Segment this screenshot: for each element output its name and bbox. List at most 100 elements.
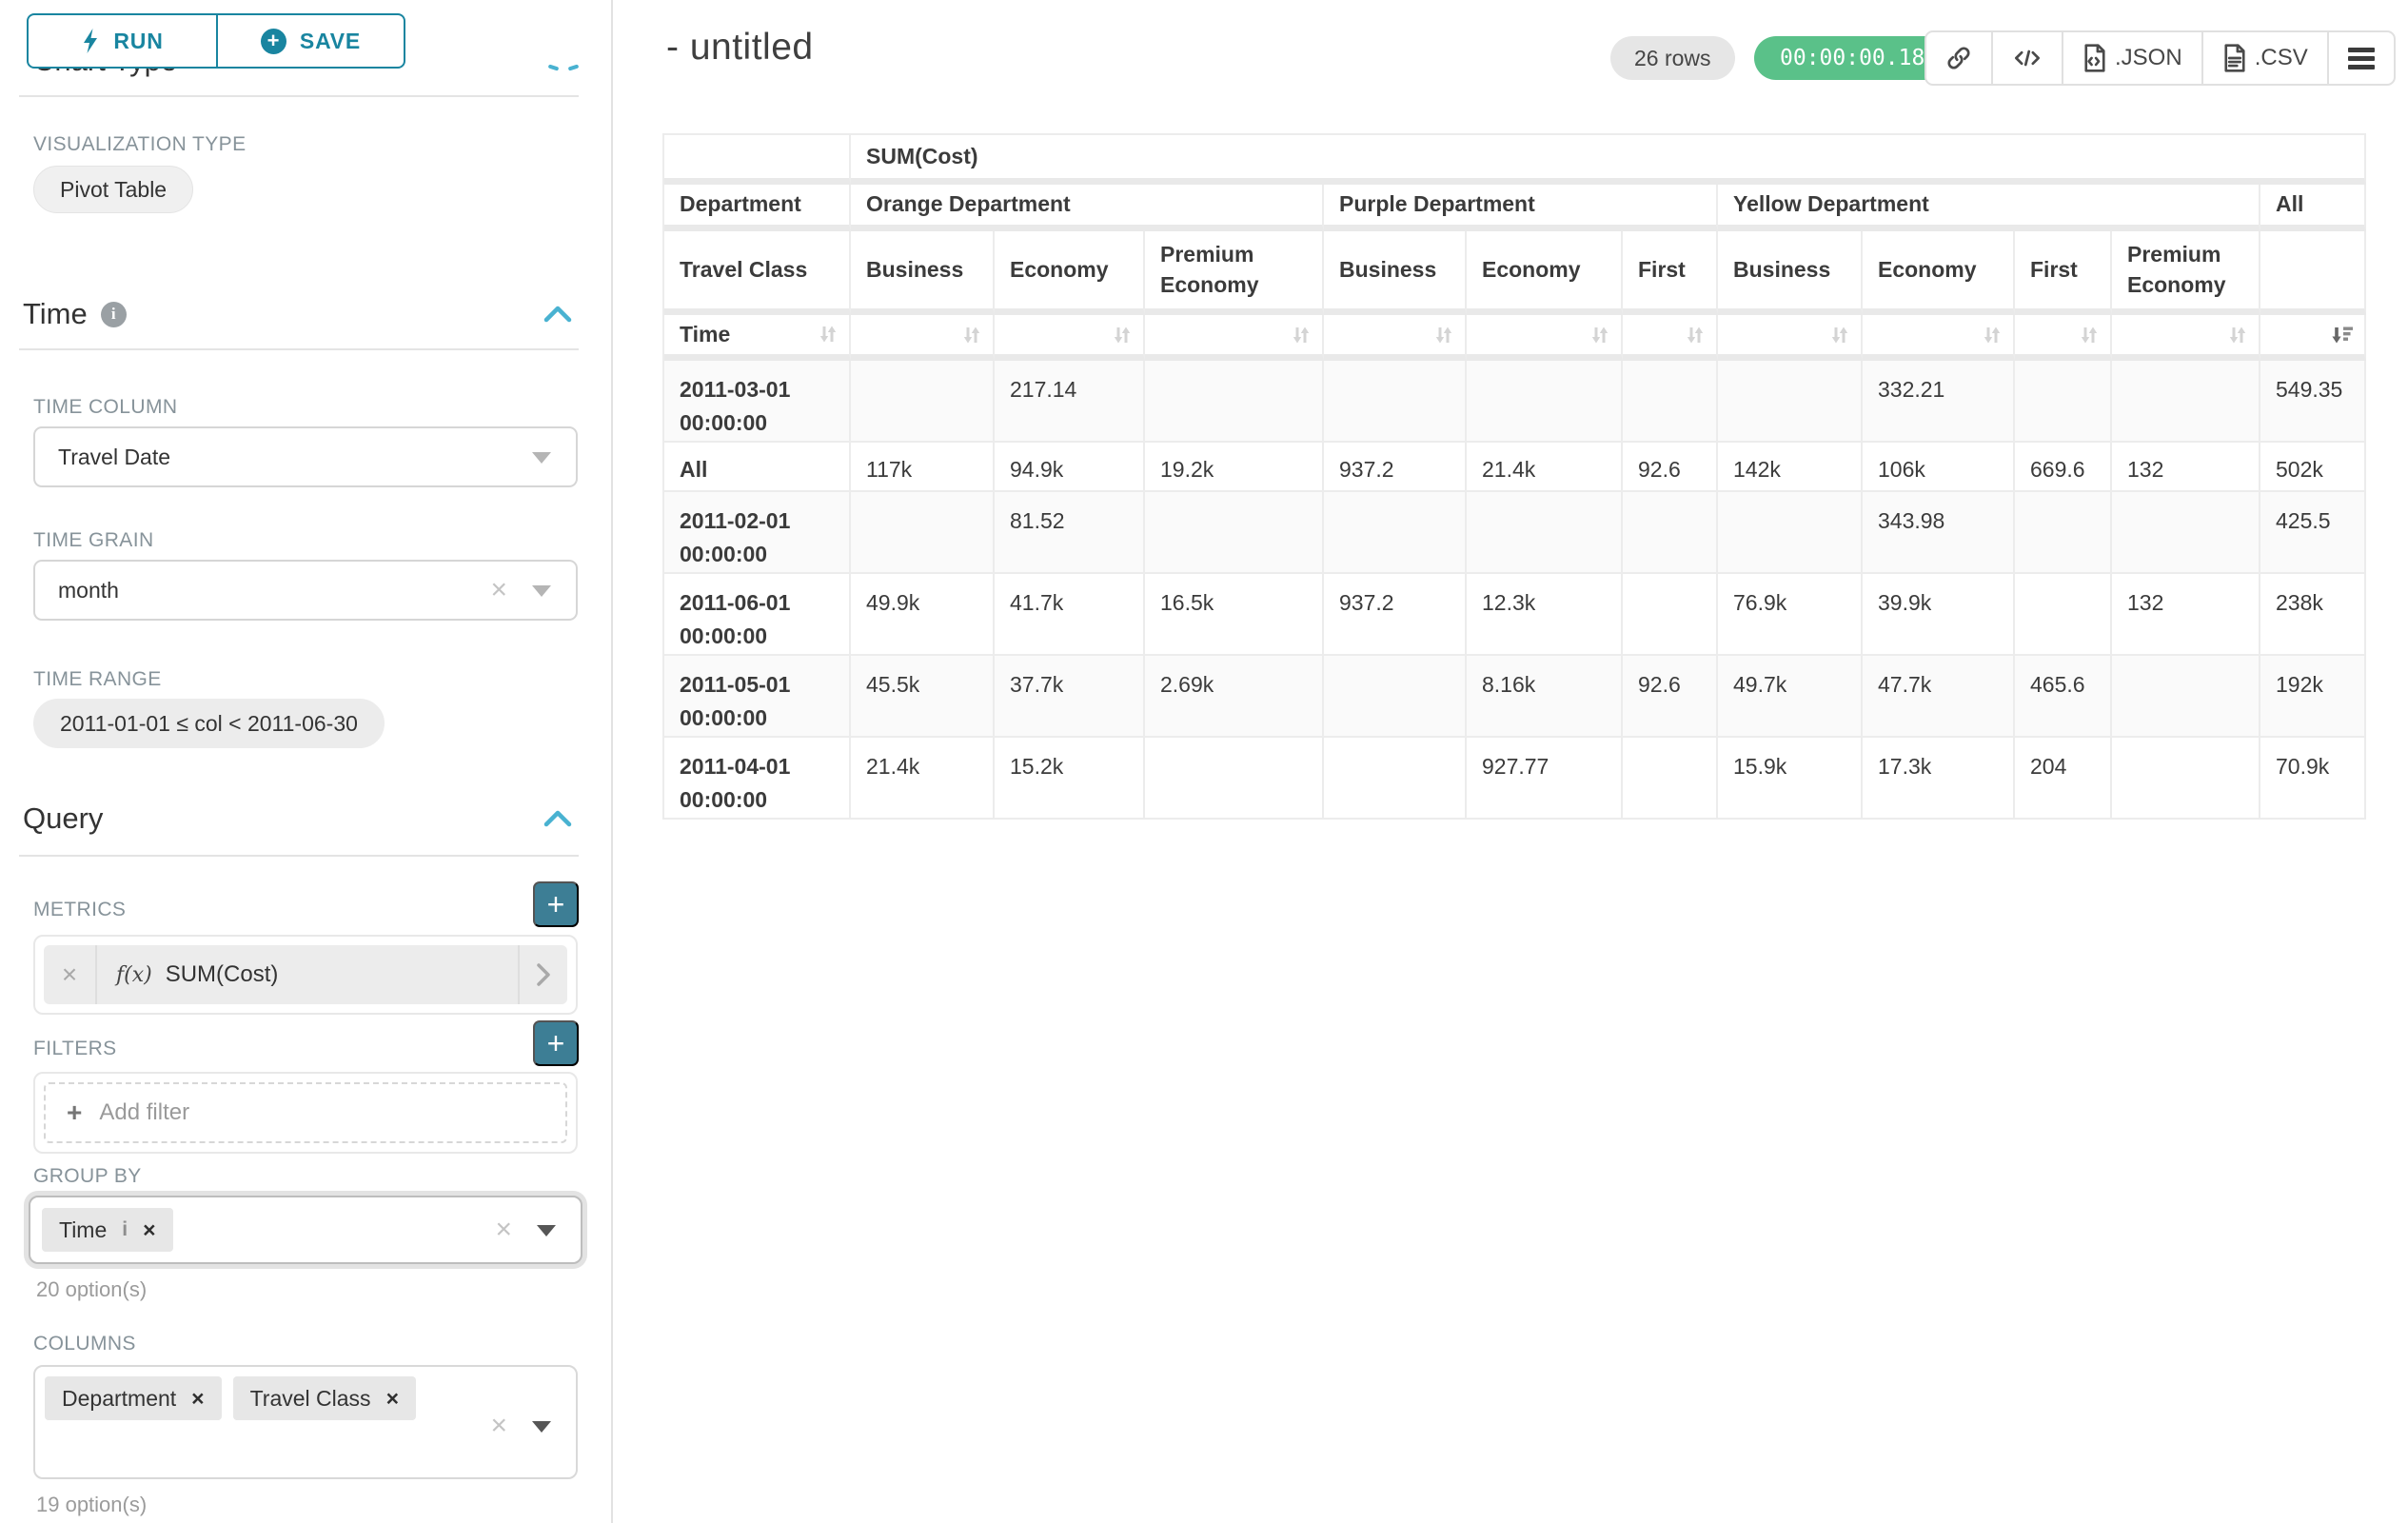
pivot-sort-cell[interactable] [2260,315,2366,361]
pivot-value-cell [1324,656,1467,738]
time-section-title: Time [23,297,88,331]
sort-icon [2078,323,2101,347]
pivot-value-cell: 39.9k [1863,574,2015,656]
time-column-select[interactable]: Travel Date [33,426,578,487]
pivot-value-cell [851,492,995,574]
pivot-value-cell [1324,492,1467,574]
pivot-table-row: 2011-04-01 00:00:0021.4k15.2k927.7715.9k… [664,738,2366,820]
pivot-sort-cell[interactable] [851,315,995,361]
embed-code-button[interactable] [1993,32,2063,84]
query-actions: RUN + SAVE [27,13,405,69]
pivot-table: SUM(Cost)DepartmentOrange DepartmentPurp… [662,133,2366,820]
copy-link-button[interactable] [1926,32,1993,84]
export-json-button[interactable]: .JSON [2063,32,2203,84]
pivot-corner-cell [664,135,851,185]
add-metric-button[interactable]: + [533,881,579,927]
chevron-up-icon[interactable] [543,305,573,324]
pivot-sort-cell[interactable] [1623,315,1718,361]
sort-icon [1432,323,1455,347]
metrics-container: × f(x) SUM(Cost) [33,935,578,1015]
time-section-header: Time i [23,297,127,331]
run-button[interactable]: RUN [27,13,217,69]
pivot-sort-cell[interactable] [1467,315,1623,361]
pivot-row-dim-department: Department [664,185,851,231]
clear-icon[interactable]: × [490,576,507,604]
add-filter-plus-button[interactable]: + [533,1020,579,1066]
time-range-pill[interactable]: 2011-01-01 ≤ col < 2011-06-30 [33,699,385,748]
pivot-sort-cell[interactable] [2112,315,2260,361]
pivot-value-cell: 927.77 [1467,738,1623,820]
pivot-column-header: Premium Economy [2112,231,2260,315]
selected-value-chip[interactable]: Timei × [42,1208,173,1252]
pivot-value-cell [2112,361,2260,443]
chevron-up-icon[interactable] [543,809,573,828]
sort-icon [1290,323,1313,347]
pivot-table-row: 2011-02-01 00:00:0081.52343.98425.5 [664,492,2366,574]
pivot-sort-cell[interactable] [2015,315,2112,361]
visualization-type-pill[interactable]: Pivot Table [33,166,193,213]
pivot-value-cell [1324,361,1467,443]
pivot-value-cell: 41.7k [995,574,1145,656]
chart-title[interactable]: - untitled [666,27,814,69]
info-icon[interactable]: i [101,302,127,327]
pivot-row-label: All [664,443,851,492]
pivot-value-cell [1623,574,1718,656]
fx-icon: f(x) [116,963,152,987]
clear-icon[interactable]: × [495,1216,512,1244]
pivot-sort-row-label[interactable]: Time [664,315,851,361]
menu-button[interactable] [2329,32,2394,84]
pivot-table-container: SUM(Cost)DepartmentOrange DepartmentPurp… [662,133,2366,820]
pivot-sort-cell[interactable] [1324,315,1467,361]
pivot-value-cell [1145,492,1324,574]
pivot-sort-cell[interactable] [1718,315,1863,361]
pivot-value-cell: 37.7k [995,656,1145,738]
chevron-right-icon[interactable] [518,945,567,1004]
sort-icon [1828,323,1851,347]
export-toolbar: .JSON .CSV [1924,30,2396,86]
chevron-up-icon[interactable] [568,64,580,70]
group-by-select[interactable]: Timei × × [29,1196,582,1264]
selected-value-chip[interactable]: Department× [45,1376,222,1420]
pivot-value-cell: 92.6 [1623,443,1718,492]
remove-chip-icon[interactable]: × [143,1217,155,1243]
pivot-value-cell: 142k [1718,443,1863,492]
time-grain-select[interactable]: month × [33,560,578,621]
metric-name: SUM(Cost) [166,961,279,988]
pivot-value-cell [1324,738,1467,820]
pivot-value-cell: 21.4k [1467,443,1623,492]
pivot-sort-cell[interactable] [1863,315,2015,361]
explore-view: Chart Type RUN + SAVE VISUALIZATION TYPE… [0,0,2408,1523]
clear-icon[interactable]: × [490,1412,507,1440]
pivot-value-cell: 94.9k [995,443,1145,492]
sort-icon [2226,323,2249,347]
pivot-row-label: 2011-04-01 00:00:00 [664,738,851,820]
json-file-icon [2082,44,2107,72]
info-icon[interactable]: i [122,1218,128,1241]
pivot-column-group-header: Purple Department [1324,185,1718,231]
remove-chip-icon[interactable]: × [386,1386,399,1412]
pivot-sort-cell[interactable] [995,315,1145,361]
metric-pill[interactable]: × f(x) SUM(Cost) [44,945,567,1004]
pivot-value-cell: 92.6 [1623,656,1718,738]
add-filter-button[interactable]: + Add filter [44,1082,567,1143]
save-button[interactable]: + SAVE [217,13,405,69]
divider [19,95,579,97]
control-panel-sidebar: Chart Type RUN + SAVE VISUALIZATION TYPE… [0,0,613,1523]
pivot-row-label: 2011-03-01 00:00:00 [664,361,851,443]
pivot-value-cell: 70.9k [2260,738,2366,820]
pivot-column-header: Economy [1467,231,1623,315]
chevron-up-icon[interactable] [548,64,560,70]
remove-chip-icon[interactable]: × [191,1386,204,1412]
pivot-column-header: First [2015,231,2112,315]
pivot-value-cell [2112,492,2260,574]
time-range-label: TIME RANGE [33,668,162,691]
caret-down-icon [537,1225,556,1236]
pivot-sort-cell[interactable] [1145,315,1324,361]
remove-metric-icon[interactable]: × [44,945,97,1004]
pivot-value-cell: 17.3k [1863,738,2015,820]
pivot-value-cell: 47.7k [1863,656,2015,738]
selected-value-chip[interactable]: Travel Class× [233,1376,416,1420]
columns-select[interactable]: Department×Travel Class× × [33,1365,578,1479]
export-csv-button[interactable]: .CSV [2203,32,2329,84]
chip-label: Time [59,1217,107,1243]
